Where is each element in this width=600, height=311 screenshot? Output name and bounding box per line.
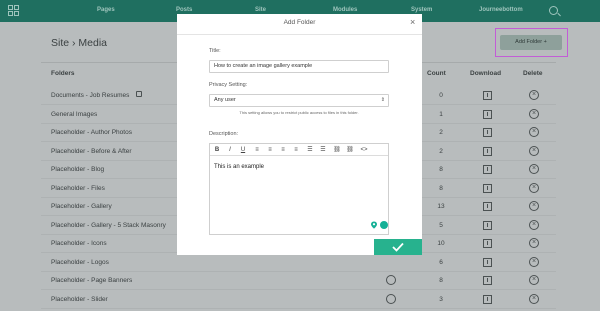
nav-system[interactable]: System xyxy=(411,7,432,13)
download-icon[interactable] xyxy=(483,202,492,211)
folder-count: 3 xyxy=(439,295,443,303)
underline-button[interactable]: U xyxy=(239,146,247,154)
table-row[interactable]: Placeholder - Page Banners 8 × xyxy=(41,272,556,290)
checkmark-icon xyxy=(392,242,404,252)
folder-count: 1 xyxy=(439,110,443,118)
folder-name[interactable]: Placeholder - Icons xyxy=(51,240,107,247)
table-row[interactable]: Placeholder - Slider 3 × xyxy=(41,291,556,309)
delete-icon[interactable]: × xyxy=(529,127,539,137)
folder-name[interactable]: General Images xyxy=(51,111,97,118)
folder-count: 5 xyxy=(439,221,443,229)
download-icon[interactable] xyxy=(483,146,492,156)
lock-icon xyxy=(136,91,142,97)
delete-icon[interactable]: × xyxy=(529,293,539,304)
folder-name[interactable]: Placeholder - Page Banners xyxy=(51,277,132,284)
privacy-select[interactable]: Any user ⇕ xyxy=(209,94,389,107)
title-label: Title: xyxy=(209,48,221,54)
folder-name[interactable]: Placeholder - Logos xyxy=(51,259,109,266)
download-icon[interactable] xyxy=(483,109,492,119)
globe-icon xyxy=(386,275,396,285)
table-row[interactable]: Placeholder - Logos 6 × xyxy=(41,254,556,272)
column-header-count: Count xyxy=(427,70,446,77)
nav-user[interactable]: Journeebottom xyxy=(479,7,523,13)
download-icon[interactable] xyxy=(483,128,492,137)
folder-name[interactable]: Placeholder - Files xyxy=(51,185,105,192)
folder-count: 8 xyxy=(439,277,443,284)
folder-count: 2 xyxy=(439,129,443,136)
align-center-icon[interactable]: ≡ xyxy=(266,146,274,154)
folder-name[interactable]: Placeholder - Before & After xyxy=(51,148,132,155)
folder-name[interactable]: Placeholder - Author Photos xyxy=(51,129,132,136)
download-icon[interactable] xyxy=(483,294,492,304)
delete-icon[interactable]: × xyxy=(529,108,539,119)
delete-icon[interactable]: × xyxy=(529,238,539,248)
delete-icon[interactable]: × xyxy=(529,164,539,174)
editor-toolbar: B I U ≡ ≡ ≡ ≡ ☰ ☰ ⛓ ⛓ <> xyxy=(210,144,388,156)
link-icon[interactable]: ⛓ xyxy=(333,146,341,154)
folder-count: 13 xyxy=(437,203,445,210)
delete-icon[interactable]: × xyxy=(529,219,539,230)
add-folder-modal: Add Folder × Title: How to create an ima… xyxy=(177,14,422,255)
app-logo-icon[interactable] xyxy=(8,5,20,17)
modal-title: Add Folder xyxy=(283,19,316,26)
nav-site[interactable]: Site xyxy=(255,7,266,13)
privacy-label: Privacy Setting: xyxy=(209,82,248,88)
download-icon[interactable] xyxy=(483,239,492,248)
folder-count: 8 xyxy=(439,166,443,173)
italic-button[interactable]: I xyxy=(226,146,234,154)
nav-pages[interactable]: Pages xyxy=(97,7,115,13)
unlink-icon[interactable]: ⛓ xyxy=(346,146,354,154)
numbered-list-icon[interactable]: ☰ xyxy=(319,146,327,154)
folder-name[interactable]: Placeholder - Gallery - 5 Stack Masonry xyxy=(51,222,166,229)
delete-icon[interactable]: × xyxy=(529,182,539,193)
download-icon[interactable] xyxy=(483,91,492,100)
delete-icon[interactable]: × xyxy=(529,90,539,100)
folder-count: 6 xyxy=(439,258,443,266)
location-pin-icon[interactable] xyxy=(370,221,378,229)
folder-count: 8 xyxy=(439,184,443,192)
delete-icon[interactable]: × xyxy=(529,256,539,267)
folder-name[interactable]: Placeholder - Blog xyxy=(51,166,104,173)
close-icon[interactable]: × xyxy=(410,17,415,27)
description-editor[interactable]: B I U ≡ ≡ ≡ ≡ ☰ ☰ ⛓ ⛓ <> This is an exam… xyxy=(209,143,389,235)
delete-icon[interactable]: × xyxy=(529,201,539,211)
align-justify-icon[interactable]: ≡ xyxy=(292,146,300,154)
align-left-icon[interactable]: ≡ xyxy=(253,146,261,154)
privacy-hint: This setting allows you to restrict publ… xyxy=(239,110,359,115)
description-text: This is an example xyxy=(214,164,265,170)
download-icon[interactable] xyxy=(483,165,492,174)
bullet-list-icon[interactable]: ☰ xyxy=(306,146,314,154)
delete-icon[interactable]: × xyxy=(529,145,539,156)
folder-count: 10 xyxy=(437,240,445,247)
chevron-updown-icon: ⇕ xyxy=(380,97,385,103)
privacy-select-value: Any user xyxy=(214,97,236,103)
nav-modules[interactable]: Modules xyxy=(333,7,357,13)
modal-header-divider xyxy=(177,34,422,35)
folder-name[interactable]: Placeholder - Gallery xyxy=(51,203,112,210)
align-right-icon[interactable]: ≡ xyxy=(279,146,287,154)
description-label: Description: xyxy=(209,131,239,137)
download-icon[interactable] xyxy=(483,257,492,267)
column-header-delete: Delete xyxy=(523,70,543,77)
download-icon[interactable] xyxy=(483,276,492,285)
folder-name[interactable]: Placeholder - Slider xyxy=(51,296,108,303)
folder-count: 2 xyxy=(439,147,443,155)
title-input[interactable]: How to create an image gallery example xyxy=(209,60,389,73)
globe-icon xyxy=(386,293,396,304)
code-icon[interactable]: <> xyxy=(359,146,369,154)
delete-icon[interactable]: × xyxy=(529,275,539,285)
folder-count: 0 xyxy=(439,92,443,99)
search-icon[interactable] xyxy=(549,6,558,15)
folder-name[interactable]: Documents - Job Resumes xyxy=(51,92,129,99)
bold-button[interactable]: B xyxy=(213,146,221,154)
grammarly-icon[interactable] xyxy=(380,221,388,229)
submit-button[interactable] xyxy=(374,239,422,255)
download-icon[interactable] xyxy=(483,220,492,230)
nav-posts[interactable]: Posts xyxy=(176,7,192,13)
download-icon[interactable] xyxy=(483,183,492,193)
column-header-folders: Folders xyxy=(51,70,75,77)
add-folder-highlight xyxy=(495,28,568,57)
column-header-download: Download xyxy=(470,70,502,77)
page-title: Site › Media xyxy=(51,37,108,49)
